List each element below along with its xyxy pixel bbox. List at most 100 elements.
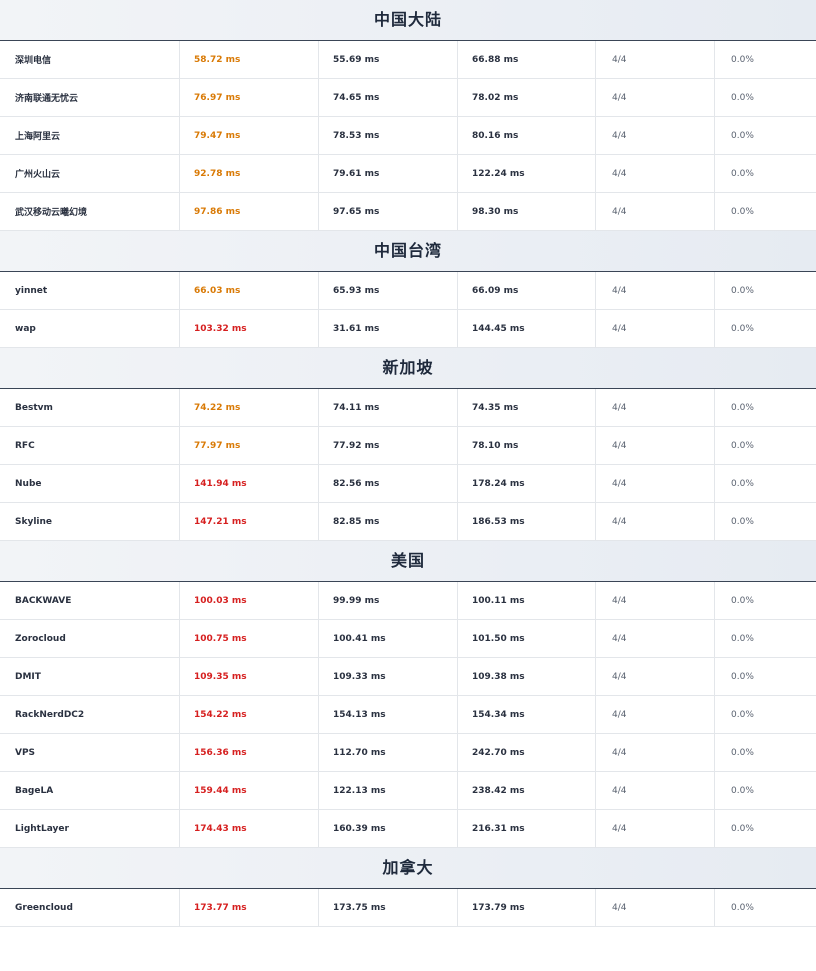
- table-row: BACKWAVE 100.03 ms 99.99 ms 100.11 ms 4/4 0.0…: [0, 582, 816, 620]
- packets-received: 4/4: [596, 79, 715, 116]
- table-row: 深圳电信 58.72 ms 55.69 ms 66.88 ms 4/4 0.0%: [0, 41, 816, 79]
- min-latency: 112.70 ms: [319, 734, 458, 771]
- avg-latency: 109.35 ms: [180, 658, 319, 695]
- packets-received: 4/4: [596, 696, 715, 733]
- node-name: LightLayer: [0, 810, 180, 847]
- packet-loss: 0.0%: [731, 902, 754, 913]
- min-latency: 74.11 ms: [319, 389, 458, 426]
- node-name: 广州火山云: [0, 155, 180, 192]
- avg-latency: 92.78 ms: [180, 155, 319, 192]
- table-row: yinnet 66.03 ms 65.93 ms 66.09 ms 4/4 0.0%: [0, 272, 816, 310]
- node-name: Zorocloud: [0, 620, 180, 657]
- avg-latency: 97.86 ms: [180, 193, 319, 230]
- max-latency: 238.42 ms: [458, 772, 596, 809]
- node-name: Nube: [0, 465, 180, 502]
- avg-latency: 100.75 ms: [180, 620, 319, 657]
- packet-loss: 0.0%: [731, 671, 754, 682]
- packets-received: 4/4: [596, 41, 715, 78]
- min-latency: 82.56 ms: [319, 465, 458, 502]
- min-latency: 79.61 ms: [319, 155, 458, 192]
- packet-loss: 0.0%: [731, 516, 754, 527]
- max-latency: 154.34 ms: [458, 696, 596, 733]
- node-name: 济南联通无忧云: [0, 79, 180, 116]
- node-name: Greencloud: [0, 889, 180, 926]
- packets-received: 4/4: [596, 427, 715, 464]
- avg-latency: 77.97 ms: [180, 427, 319, 464]
- packet-loss: 0.0%: [731, 709, 754, 720]
- min-latency: 97.65 ms: [319, 193, 458, 230]
- node-name: RackNerdDC2: [0, 696, 180, 733]
- avg-latency: 173.77 ms: [180, 889, 319, 926]
- min-latency: 78.53 ms: [319, 117, 458, 154]
- avg-latency: 147.21 ms: [180, 503, 319, 540]
- table-row: Skyline 147.21 ms 82.85 ms 186.53 ms 4/4 0.0%: [0, 503, 816, 541]
- packet-loss: 0.0%: [731, 54, 754, 65]
- min-latency: 100.41 ms: [319, 620, 458, 657]
- node-name: 武汉移动云曦幻境: [0, 193, 180, 230]
- table-row: 上海阿里云 79.47 ms 78.53 ms 80.16 ms 4/4 0.0%: [0, 117, 816, 155]
- table-row: BageLA 159.44 ms 122.13 ms 238.42 ms 4/4 0.0%: [0, 772, 816, 810]
- max-latency: 144.45 ms: [458, 310, 596, 347]
- node-name: yinnet: [0, 272, 180, 309]
- node-name: Bestvm: [0, 389, 180, 426]
- packets-received: 4/4: [596, 155, 715, 192]
- max-latency: 216.31 ms: [458, 810, 596, 847]
- table-row: RFC 77.97 ms 77.92 ms 78.10 ms 4/4 0.0%: [0, 427, 816, 465]
- table-row: DMIT 109.35 ms 109.33 ms 109.38 ms 4/4 0.0%: [0, 658, 816, 696]
- max-latency: 66.09 ms: [458, 272, 596, 309]
- node-name: BageLA: [0, 772, 180, 809]
- max-latency: 100.11 ms: [458, 582, 596, 619]
- packet-loss: 0.0%: [731, 402, 754, 413]
- table-row: 济南联通无忧云 76.97 ms 74.65 ms 78.02 ms 4/4 0.0%: [0, 79, 816, 117]
- packets-received: 4/4: [596, 117, 715, 154]
- group-header: 中国大陆: [0, 0, 816, 41]
- avg-latency: 103.32 ms: [180, 310, 319, 347]
- avg-latency: 74.22 ms: [180, 389, 319, 426]
- table-row: Nube 141.94 ms 82.56 ms 178.24 ms 4/4 0.0%: [0, 465, 816, 503]
- avg-latency: 154.22 ms: [180, 696, 319, 733]
- max-latency: 80.16 ms: [458, 117, 596, 154]
- packets-received: 4/4: [596, 734, 715, 771]
- packets-received: 4/4: [596, 193, 715, 230]
- max-latency: 74.35 ms: [458, 389, 596, 426]
- table-row: Zorocloud 100.75 ms 100.41 ms 101.50 ms 4/4 0…: [0, 620, 816, 658]
- max-latency: 242.70 ms: [458, 734, 596, 771]
- min-latency: 82.85 ms: [319, 503, 458, 540]
- min-latency: 65.93 ms: [319, 272, 458, 309]
- packet-loss: 0.0%: [731, 285, 754, 296]
- packet-loss: 0.0%: [731, 323, 754, 334]
- max-latency: 78.02 ms: [458, 79, 596, 116]
- min-latency: 109.33 ms: [319, 658, 458, 695]
- max-latency: 178.24 ms: [458, 465, 596, 502]
- avg-latency: 76.97 ms: [180, 79, 319, 116]
- max-latency: 122.24 ms: [458, 155, 596, 192]
- node-name: wap: [0, 310, 180, 347]
- max-latency: 66.88 ms: [458, 41, 596, 78]
- max-latency: 186.53 ms: [458, 503, 596, 540]
- packets-received: 4/4: [596, 272, 715, 309]
- node-name: VPS: [0, 734, 180, 771]
- min-latency: 154.13 ms: [319, 696, 458, 733]
- min-latency: 99.99 ms: [319, 582, 458, 619]
- min-latency: 31.61 ms: [319, 310, 458, 347]
- avg-latency: 100.03 ms: [180, 582, 319, 619]
- avg-latency: 66.03 ms: [180, 272, 319, 309]
- table-row: VPS 156.36 ms 112.70 ms 242.70 ms 4/4 0.0%: [0, 734, 816, 772]
- packet-loss: 0.0%: [731, 633, 754, 644]
- avg-latency: 79.47 ms: [180, 117, 319, 154]
- packet-loss: 0.0%: [731, 785, 754, 796]
- packets-received: 4/4: [596, 772, 715, 809]
- min-latency: 122.13 ms: [319, 772, 458, 809]
- node-name: Skyline: [0, 503, 180, 540]
- table-row: Bestvm 74.22 ms 74.11 ms 74.35 ms 4/4 0.0%: [0, 389, 816, 427]
- table-row: wap 103.32 ms 31.61 ms 144.45 ms 4/4 0.0%: [0, 310, 816, 348]
- avg-latency: 156.36 ms: [180, 734, 319, 771]
- avg-latency: 58.72 ms: [180, 41, 319, 78]
- node-name: 深圳电信: [0, 41, 180, 78]
- latency-table: 中国大陆 深圳电信 58.72 ms 55.69 ms 66.88 ms 4/4 0.0% 济…: [0, 0, 816, 927]
- group-header: 美国: [0, 541, 816, 582]
- table-row: 广州火山云 92.78 ms 79.61 ms 122.24 ms 4/4 0.0%: [0, 155, 816, 193]
- table-row: RackNerdDC2 154.22 ms 154.13 ms 154.34 ms 4/…: [0, 696, 816, 734]
- node-name: DMIT: [0, 658, 180, 695]
- packet-loss: 0.0%: [731, 440, 754, 451]
